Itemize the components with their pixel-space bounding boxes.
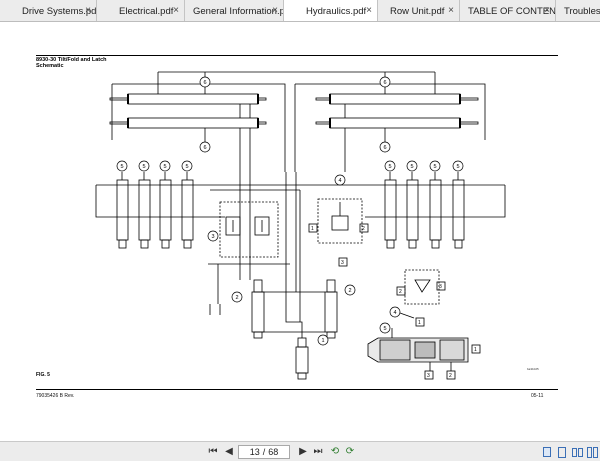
- callout-1-latch: 1: [317, 334, 329, 346]
- previous-page-icon[interactable]: ◀: [222, 445, 236, 459]
- tab-label: Hydraulics.pdf: [306, 6, 367, 17]
- close-icon[interactable]: ×: [366, 5, 372, 17]
- tab-troubleshooting[interactable]: Troubleshootin: [556, 0, 600, 21]
- current-page[interactable]: 13: [250, 447, 260, 457]
- callout-2-right: 2: [344, 284, 356, 296]
- page-separator: /: [262, 447, 266, 457]
- tab-row-unit[interactable]: Row Unit.pdf ×: [378, 0, 460, 21]
- svg-text:2: 2: [348, 288, 351, 294]
- first-page-icon[interactable]: ⏮: [206, 445, 220, 459]
- callout-5-c: 5: [159, 160, 171, 172]
- footer-rule: [36, 389, 558, 390]
- svg-text:6: 6: [383, 145, 386, 151]
- callout-6-top-left: 6: [199, 76, 211, 88]
- callout-5-e: 5: [384, 160, 396, 172]
- svg-text:5: 5: [163, 164, 166, 170]
- facing-view-icon[interactable]: [570, 445, 584, 459]
- callout-5-d: 5: [181, 160, 193, 172]
- callout-5-detail: 5: [379, 322, 391, 334]
- svg-text:5: 5: [433, 164, 436, 170]
- figure-label: FIG. 5: [36, 372, 50, 378]
- callout-6-mid-left: 6: [199, 141, 211, 153]
- last-page-icon[interactable]: ⏭: [311, 445, 325, 459]
- close-icon[interactable]: ×: [272, 5, 278, 17]
- svg-text:1: 1: [321, 338, 324, 344]
- svg-text:6: 6: [383, 80, 386, 86]
- document-viewport[interactable]: 8930-30 Tilt/Fold and Latch Schematic 3 …: [0, 22, 600, 441]
- back-icon[interactable]: ⟲: [328, 445, 342, 459]
- tab-table-of-contents[interactable]: TABLE OF CONTENT... ×: [460, 0, 556, 21]
- callout-layer: 6 6 6 6 5 5 5 5 5 5 5 5 4 3 2 2 1 4 5: [116, 76, 464, 346]
- tab-label: General Information.pdf: [193, 5, 284, 17]
- tab-label: Row Unit.pdf: [390, 5, 445, 17]
- forward-icon[interactable]: ⟳: [343, 445, 357, 459]
- footer-document-number: 79035426 B Rev.: [36, 393, 75, 399]
- tab-drive-systems[interactable]: Drive Systems.pdf ×: [0, 0, 97, 21]
- svg-text:5: 5: [185, 164, 188, 170]
- callout-4-detail: 4: [389, 306, 401, 318]
- svg-text:6: 6: [203, 80, 206, 86]
- continuous-view-icon[interactable]: [555, 445, 569, 459]
- next-page-icon[interactable]: ▶: [296, 445, 310, 459]
- single-page-view-icon[interactable]: [540, 445, 554, 459]
- svg-text:6: 6: [203, 145, 206, 151]
- callout-5-b: 5: [138, 160, 150, 172]
- navigation-toolbar: ⏮ ◀ 13 / 68 ▶ ⏭ ⟲ ⟳: [0, 441, 600, 461]
- tab-label: Troubleshootin: [564, 5, 600, 17]
- svg-text:4: 4: [393, 310, 396, 316]
- tab-bar: Drive Systems.pdf × Electrical.pdf × Gen…: [0, 0, 600, 22]
- figure-id: ba31025: [527, 367, 539, 371]
- callout-4-valve: 4: [334, 174, 346, 186]
- tab-label: TABLE OF CONTENT...: [468, 5, 556, 17]
- svg-text:5: 5: [120, 164, 123, 170]
- svg-text:5: 5: [410, 164, 413, 170]
- svg-text:4: 4: [338, 178, 341, 184]
- callout-5-f: 5: [406, 160, 418, 172]
- callout-5-g: 5: [429, 160, 441, 172]
- callout-3-valve: 3: [207, 230, 219, 242]
- svg-text:5: 5: [388, 164, 391, 170]
- callout-2-left: 2: [231, 291, 243, 303]
- svg-text:2: 2: [235, 295, 238, 301]
- close-icon[interactable]: ×: [173, 5, 179, 17]
- svg-text:5: 5: [456, 164, 459, 170]
- callout-6-top-right: 6: [379, 76, 391, 88]
- callout-5-h: 5: [452, 160, 464, 172]
- svg-text:5: 5: [383, 326, 386, 332]
- tab-general-information[interactable]: General Information.pdf ×: [185, 0, 284, 21]
- svg-text:5: 5: [142, 164, 145, 170]
- footer-page-number: 05-11: [531, 393, 544, 399]
- tab-label: Electrical.pdf: [119, 5, 174, 17]
- total-pages: 68: [268, 447, 279, 457]
- tab-electrical[interactable]: Electrical.pdf ×: [97, 0, 185, 21]
- close-icon[interactable]: ×: [85, 5, 91, 17]
- close-icon[interactable]: ×: [448, 5, 454, 17]
- facing-continuous-view-icon[interactable]: [585, 445, 599, 459]
- tab-hydraulics[interactable]: Hydraulics.pdf ×: [284, 0, 378, 21]
- svg-text:3: 3: [211, 234, 214, 240]
- page-number-field[interactable]: 13 / 68: [238, 445, 290, 459]
- close-icon[interactable]: ×: [544, 5, 550, 17]
- callout-6-mid-right: 6: [379, 141, 391, 153]
- callout-5-a: 5: [116, 160, 128, 172]
